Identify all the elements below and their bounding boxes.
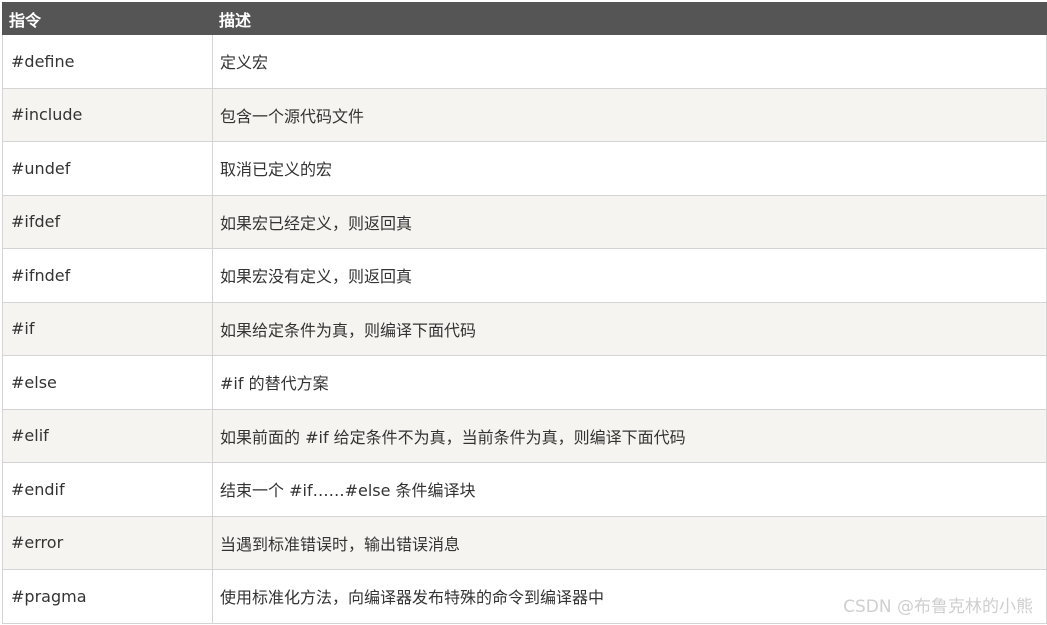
description-cell: 如果前面的 #if 给定条件不为真，当前条件为真，则编译下面代码 bbox=[212, 408, 1047, 463]
table-row: #elif 如果前面的 #if 给定条件不为真，当前条件为真，则编译下面代码 bbox=[2, 408, 1047, 463]
table-row: #error 当遇到标准错误时，输出错误消息 bbox=[2, 515, 1047, 570]
directive-cell: #include bbox=[2, 87, 213, 142]
directive-cell: #ifndef bbox=[2, 248, 213, 303]
table-row: #ifdef 如果宏已经定义，则返回真 bbox=[2, 194, 1047, 249]
directive-cell: #error bbox=[2, 515, 213, 570]
table-row: #else #if 的替代方案 bbox=[2, 355, 1047, 410]
page: 指令 描述 #define 定义宏 #include 包含一个源代码文件 #un… bbox=[0, 0, 1047, 625]
directive-cell: #ifdef bbox=[2, 194, 213, 249]
description-cell: 取消已定义的宏 bbox=[212, 141, 1047, 196]
description-cell: 定义宏 bbox=[212, 34, 1047, 89]
description-cell: 如果宏已经定义，则返回真 bbox=[212, 194, 1047, 249]
directive-cell: #undef bbox=[2, 141, 213, 196]
directive-cell: #pragma bbox=[2, 569, 213, 624]
directive-cell: #define bbox=[2, 34, 213, 89]
description-cell: 使用标准化方法，向编译器发布特殊的命令到编译器中 bbox=[212, 569, 1047, 624]
directives-table: 指令 描述 #define 定义宏 #include 包含一个源代码文件 #un… bbox=[2, 2, 1047, 624]
directive-cell: #elif bbox=[2, 408, 213, 463]
description-cell: 当遇到标准错误时，输出错误消息 bbox=[212, 515, 1047, 570]
table-row: #pragma 使用标准化方法，向编译器发布特殊的命令到编译器中 bbox=[2, 569, 1047, 624]
directive-cell: #endif bbox=[2, 462, 213, 517]
table-row: #if 如果给定条件为真，则编译下面代码 bbox=[2, 301, 1047, 356]
directive-cell: #if bbox=[2, 301, 213, 356]
description-cell: 如果给定条件为真，则编译下面代码 bbox=[212, 301, 1047, 356]
header-description: 描述 bbox=[212, 2, 1047, 35]
table-header-row: 指令 描述 bbox=[2, 2, 1047, 35]
directive-cell: #else bbox=[2, 355, 213, 410]
table-row: #ifndef 如果宏没有定义，则返回真 bbox=[2, 248, 1047, 303]
table-row: #undef 取消已定义的宏 bbox=[2, 141, 1047, 196]
table-row: #include 包含一个源代码文件 bbox=[2, 87, 1047, 142]
header-directive: 指令 bbox=[2, 2, 213, 35]
description-cell: 结束一个 #if……#else 条件编译块 bbox=[212, 462, 1047, 517]
description-cell: 如果宏没有定义，则返回真 bbox=[212, 248, 1047, 303]
table-row: #define 定义宏 bbox=[2, 34, 1047, 89]
description-cell: #if 的替代方案 bbox=[212, 355, 1047, 410]
description-cell: 包含一个源代码文件 bbox=[212, 87, 1047, 142]
table-row: #endif 结束一个 #if……#else 条件编译块 bbox=[2, 462, 1047, 517]
